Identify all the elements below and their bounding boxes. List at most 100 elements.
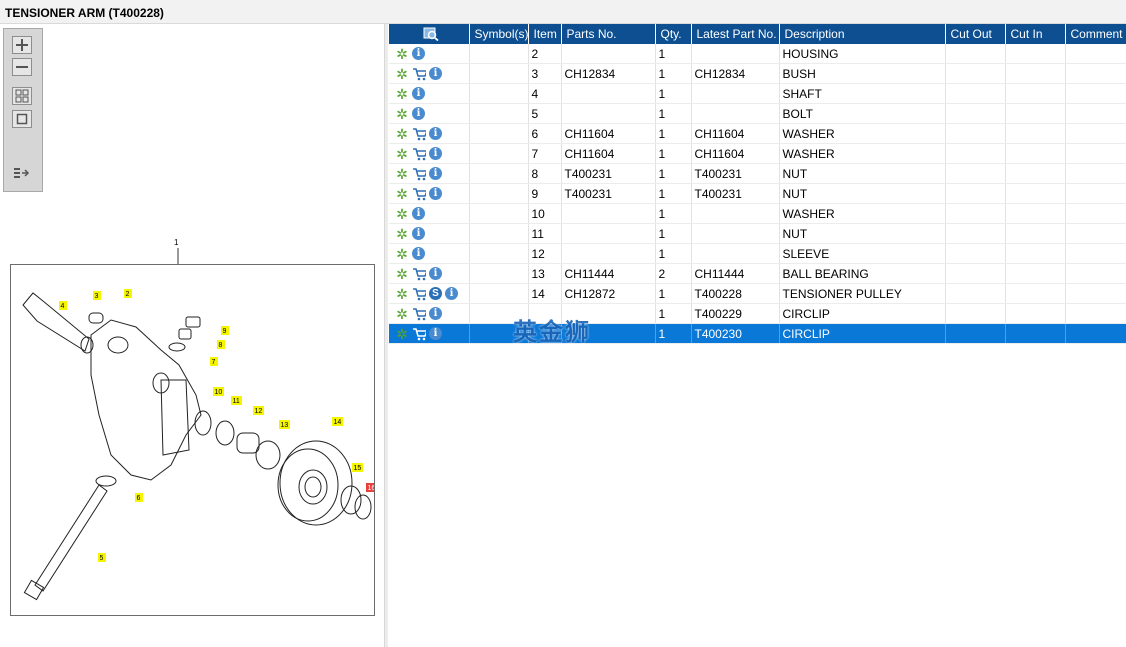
panel-splitter[interactable] [384,24,388,647]
column-header[interactable]: Cut In [1005,24,1066,44]
table-row[interactable]: ✲ i 4 1 SHAFT [389,83,1126,104]
table-row[interactable]: ✲ i 6 CH11604 1 CH11604 WASHER [389,123,1126,144]
supersession-icon[interactable]: S [429,287,442,300]
gear-icon[interactable]: ✲ [395,147,409,161]
cart-icon[interactable] [412,127,426,141]
column-header[interactable]: Latest Part No. [691,24,780,44]
zoom-in-button[interactable] [12,36,32,54]
gear-icon[interactable]: ✲ [395,287,409,301]
cart-icon[interactable] [412,267,426,281]
table-row[interactable]: ✲ i 13 CH11444 2 CH11444 BALL BEARING [389,263,1126,284]
table-row[interactable]: ✲ i 10 1 WASHER [389,203,1126,224]
gear-icon[interactable]: ✲ [395,247,409,261]
cart-icon[interactable] [412,67,426,81]
callout-label[interactable]: 7 [212,359,216,366]
callout-label[interactable]: 12 [255,408,263,415]
table-row[interactable]: ✲ i 8 T400231 1 T400231 NUT [389,163,1126,184]
info-icon[interactable]: i [429,127,442,140]
table-row[interactable]: ✲ i 3 CH12834 1 CH12834 BUSH [389,63,1126,84]
item-cell: 12 [528,243,562,264]
table-row[interactable]: ✲ i 1 T400230 CIRCLIP [389,323,1126,344]
table-row[interactable]: ✲ i 2 1 HOUSING [389,44,1126,64]
latest-part-cell: CH12834 [691,63,780,84]
info-icon[interactable]: i [429,307,442,320]
column-header-search[interactable] [389,24,470,44]
gear-icon[interactable]: ✲ [395,267,409,281]
toggle-list-button[interactable] [12,164,32,182]
callout-label[interactable]: 2 [126,291,130,298]
gear-icon[interactable]: ✲ [395,127,409,141]
column-header[interactable]: Item [528,24,562,44]
info-icon[interactable]: i [412,107,425,120]
search-image-icon[interactable] [423,27,439,41]
info-icon[interactable]: i [429,327,442,340]
info-icon[interactable]: i [412,227,425,240]
fit-page-button[interactable] [12,87,32,105]
callout-label[interactable]: 13 [281,422,289,429]
cart-icon[interactable] [412,327,426,341]
qty-cell: 1 [655,243,692,264]
cart-icon[interactable] [412,307,426,321]
gear-icon[interactable]: ✲ [395,307,409,321]
info-icon[interactable]: i [412,207,425,220]
cart-icon[interactable] [412,287,426,301]
description-cell: BOLT [779,103,946,124]
info-icon[interactable]: i [429,67,442,80]
callout-label[interactable]: 6 [137,495,141,502]
actual-size-button[interactable] [12,110,32,128]
info-icon[interactable]: i [412,47,425,60]
column-header[interactable]: Cut Out [945,24,1006,44]
table-row[interactable]: ✲ i 12 1 SLEEVE [389,243,1126,264]
callout-label[interactable]: 16 [368,485,375,492]
table-row[interactable]: ✲ i 11 1 NUT [389,223,1126,244]
callout-label[interactable]: 15 [354,465,362,472]
symbol-cell [469,83,529,104]
info-icon[interactable]: i [429,147,442,160]
comment-cell [1065,143,1126,164]
exploded-diagram[interactable]: 2 3 4 5 6 7 8 9 10 11 12 13 14 15 16 [10,264,375,616]
column-header[interactable]: Symbol(s) [469,24,529,44]
comment-cell [1065,63,1126,84]
table-row[interactable]: ✲ i 5 1 BOLT [389,103,1126,124]
gear-icon[interactable]: ✲ [395,327,409,341]
callout-label[interactable]: 3 [95,293,99,300]
info-icon[interactable]: i [412,247,425,260]
gear-icon[interactable]: ✲ [395,87,409,101]
callout-label[interactable]: 10 [215,389,223,396]
callout-label[interactable]: 8 [219,342,223,349]
column-header[interactable]: Description [779,24,946,44]
gear-icon[interactable]: ✲ [395,67,409,81]
gear-icon[interactable]: ✲ [395,227,409,241]
gear-icon[interactable]: ✲ [395,167,409,181]
qty-cell: 1 [655,223,692,244]
cut-out-cell [945,303,1006,324]
column-header[interactable]: Parts No. [561,24,656,44]
watermark: 英金狮 [513,318,591,346]
info-icon[interactable]: i [429,267,442,280]
cart-icon[interactable] [412,147,426,161]
row-actions-cell: ✲ i [389,123,470,144]
info-icon[interactable]: i [429,187,442,200]
cart-icon[interactable] [412,167,426,181]
table-row[interactable]: ✲ i 7 CH11604 1 CH11604 WASHER [389,143,1126,164]
info-icon[interactable]: i [412,87,425,100]
cart-icon[interactable] [412,187,426,201]
table-row[interactable]: ✲ i 1 T400229 CIRCLIP [389,303,1126,324]
column-header[interactable]: Qty. [655,24,692,44]
info-icon[interactable]: i [429,167,442,180]
zoom-out-button[interactable] [12,58,32,76]
column-header[interactable]: Comment [1065,24,1126,44]
callout-label[interactable]: 4 [61,303,65,310]
table-row[interactable]: ✲ Si 14 CH12872 1 T400228 TENSIONER PULLEY [389,283,1126,304]
info-icon[interactable]: i [445,287,458,300]
gear-icon[interactable]: ✲ [395,207,409,221]
table-row[interactable]: ✲ i 9 T400231 1 T400231 NUT [389,183,1126,204]
callout-label[interactable]: 11 [233,398,240,405]
gear-icon[interactable]: ✲ [395,187,409,201]
callout-label[interactable]: 14 [334,419,342,426]
gear-icon[interactable]: ✲ [395,107,409,121]
callout-label[interactable]: 9 [223,328,227,335]
gear-icon[interactable]: ✲ [395,47,409,61]
item-cell: 11 [528,223,562,244]
callout-label[interactable]: 5 [100,555,104,562]
